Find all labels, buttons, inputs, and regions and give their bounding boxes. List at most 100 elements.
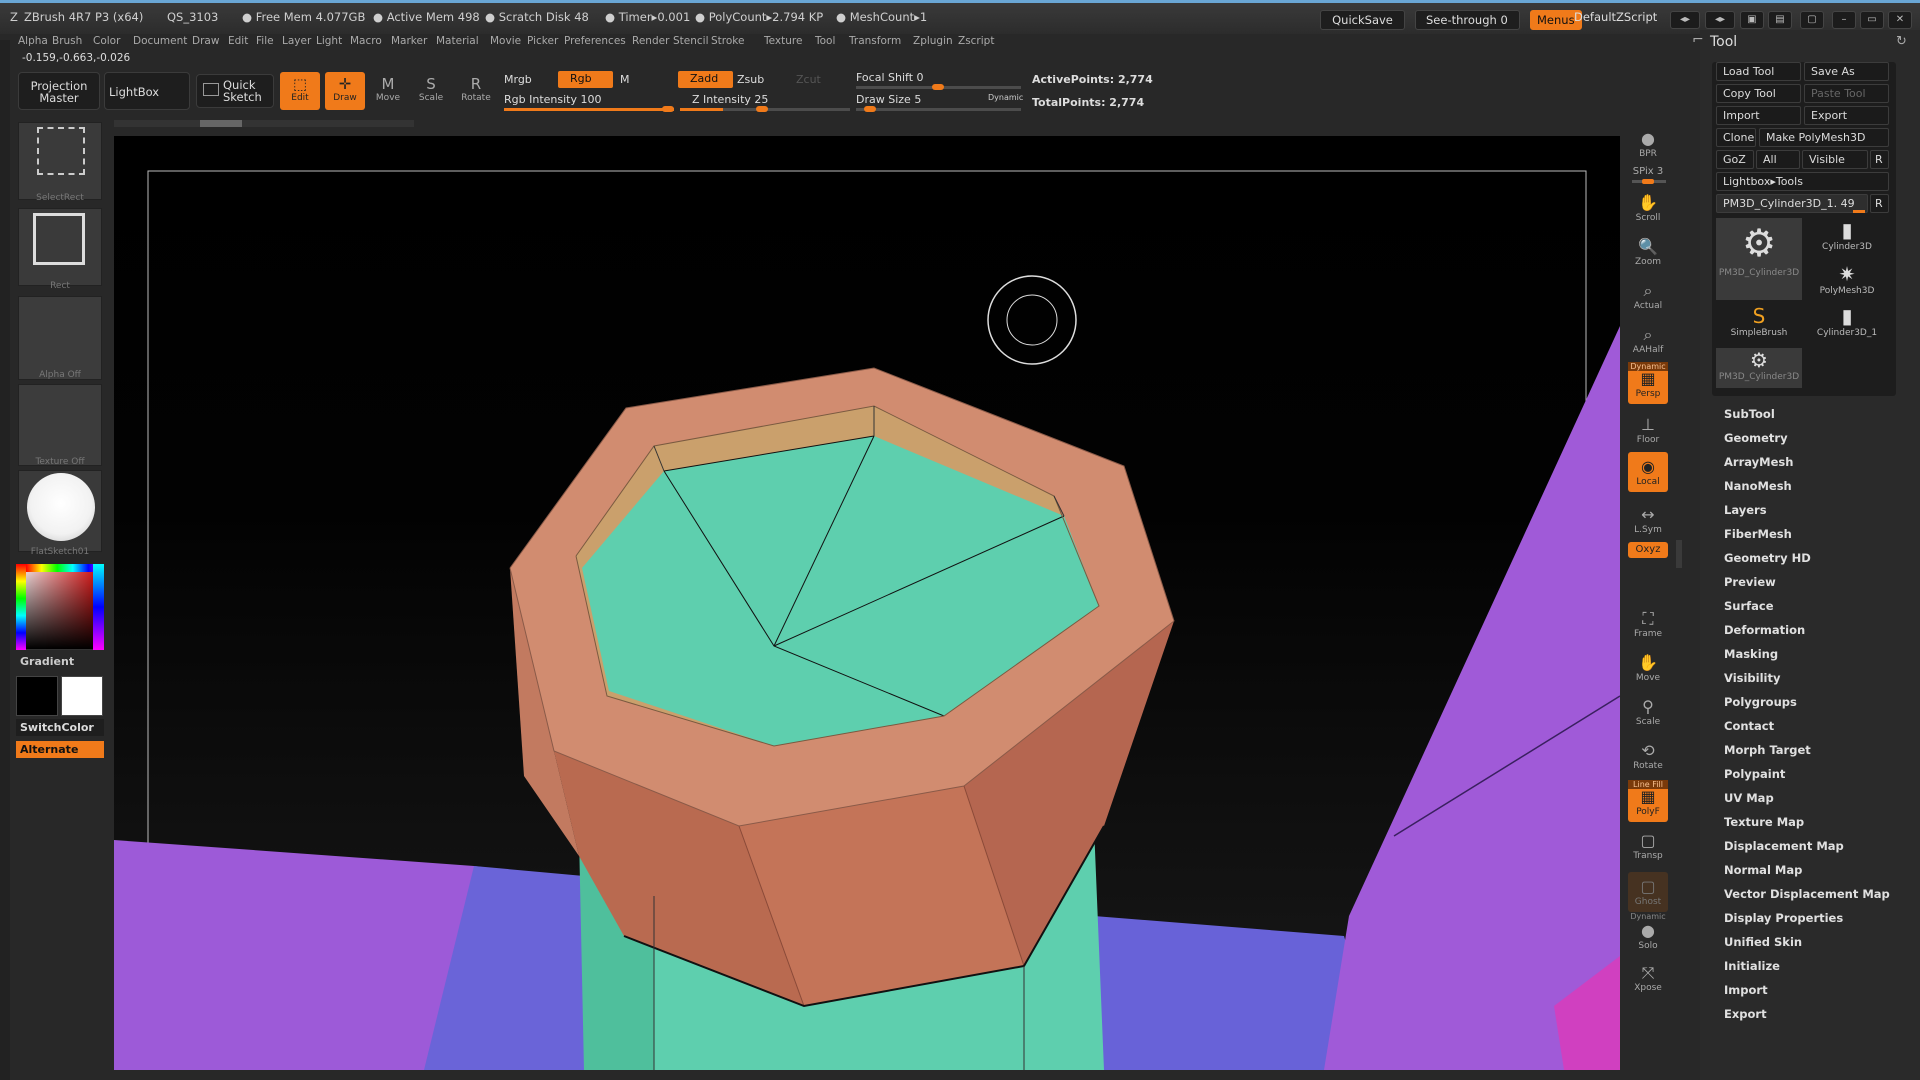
transp-button[interactable]: ▢ Transp — [1628, 826, 1668, 866]
see-through-slider[interactable]: See-through 0 — [1415, 10, 1520, 30]
xpose-button[interactable]: ⤧ Xpose — [1628, 958, 1668, 998]
scroll-button[interactable]: ✋ Scroll — [1628, 188, 1668, 228]
goz-button[interactable]: GoZ — [1716, 150, 1754, 169]
goz-all-button[interactable]: All — [1756, 150, 1800, 169]
lightbox-button[interactable]: LightBox — [104, 72, 190, 110]
menu-zplugin[interactable]: Zplugin — [913, 35, 953, 47]
tool-thumb[interactable]: S SimpleBrush — [1716, 304, 1802, 344]
menu-material[interactable]: Material — [436, 35, 479, 47]
make-polymesh-button[interactable]: Make PolyMesh3D — [1759, 128, 1889, 147]
z-intensity-knob[interactable] — [756, 106, 768, 112]
menu-macro[interactable]: Macro — [350, 35, 382, 47]
menu-marker[interactable]: Marker — [391, 35, 427, 47]
tool-thumb[interactable]: ▮ Cylinder3D_1 — [1804, 304, 1890, 344]
scale-button[interactable]: ⚲ Scale — [1628, 692, 1668, 732]
menu-layer[interactable]: Layer — [282, 35, 311, 47]
tool-menu-surface[interactable]: Surface — [1724, 599, 1774, 613]
menu-stencil[interactable]: Stencil — [673, 35, 709, 47]
zadd-button[interactable]: Zadd — [678, 71, 733, 88]
solo-button[interactable]: ● Solo — [1628, 916, 1668, 956]
maximize-icon[interactable]: ▭ — [1860, 11, 1884, 29]
tool-thumb[interactable]: ⚙ PM3D_Cylinder3D — [1716, 348, 1802, 388]
draw-size-track[interactable] — [856, 106, 1021, 112]
tool-thumb[interactable]: ⚙ PM3D_Cylinder3D — [1716, 218, 1802, 300]
focal-shift-slider[interactable]: Focal Shift 0 — [856, 71, 924, 84]
lightbox-tools-button[interactable]: Lightbox▸Tools — [1716, 172, 1889, 191]
menu-stroke[interactable]: Stroke — [711, 35, 744, 47]
focal-shift-track[interactable] — [856, 84, 1021, 90]
paste-tool-button[interactable]: Paste Tool — [1804, 84, 1889, 103]
alpha-slot[interactable] — [18, 296, 102, 380]
tool-menu-layers[interactable]: Layers — [1724, 503, 1767, 517]
alternate-button[interactable]: Alternate — [16, 741, 104, 758]
lsym-button[interactable]: ↔ L.Sym — [1628, 500, 1668, 540]
layout-a-icon[interactable]: ▣ — [1740, 11, 1764, 29]
local-button[interactable]: ◉ Local — [1628, 452, 1668, 492]
projection-master-button[interactable]: Projection Master — [18, 72, 100, 110]
rgb-intensity-slider[interactable]: Rgb Intensity 100 — [504, 93, 601, 106]
layout-right-icon[interactable]: ◂▸ — [1705, 11, 1735, 29]
edit-button[interactable]: ⬚ Edit — [280, 72, 320, 110]
z-intensity-slider[interactable]: Z Intensity 25 — [692, 93, 768, 106]
current-tool-r-button[interactable]: R — [1870, 194, 1889, 213]
tool-menu-geometry-hd[interactable]: Geometry HD — [1724, 551, 1811, 565]
tool-pin-icon[interactable]: ⌐ — [1692, 32, 1704, 48]
move-button[interactable]: ✋ Move — [1628, 648, 1668, 688]
scale-button[interactable]: S Scale — [411, 72, 451, 110]
lock-icon[interactable]: ▢ — [1800, 11, 1824, 29]
left-tray-handle[interactable] — [0, 40, 10, 1080]
tool-menu-import[interactable]: Import — [1724, 983, 1768, 997]
load-tool-button[interactable]: Load Tool — [1716, 62, 1801, 81]
main-color-swatch[interactable] — [61, 676, 103, 716]
spix-knob[interactable] — [1642, 179, 1654, 184]
tray-scrollbar[interactable] — [114, 120, 414, 127]
menu-edit[interactable]: Edit — [228, 35, 248, 47]
rgb-intensity-knob[interactable] — [662, 106, 674, 112]
zoom-button[interactable]: 🔍 Zoom — [1628, 232, 1668, 272]
menu-light[interactable]: Light — [316, 35, 342, 47]
move-button[interactable]: M Move — [368, 72, 408, 110]
tool-thumb[interactable]: ✷ PolyMesh3D — [1804, 262, 1890, 302]
export-tool-button[interactable]: Export — [1804, 106, 1889, 125]
current-tool-knob[interactable] — [1853, 210, 1865, 213]
tool-menu-nanomesh[interactable]: NanoMesh — [1724, 479, 1792, 493]
canvas-viewport[interactable] — [114, 136, 1620, 1070]
tool-menu-visibility[interactable]: Visibility — [1724, 671, 1780, 685]
tray-scrollbar-thumb[interactable] — [200, 120, 242, 127]
tool-menu-fibermesh[interactable]: FiberMesh — [1724, 527, 1792, 541]
right-tray-handle[interactable] — [1676, 540, 1682, 568]
default-zscript-button[interactable]: DefaultZScript — [1574, 10, 1657, 24]
minimize-icon[interactable]: – — [1832, 11, 1856, 29]
menu-zscript[interactable]: Zscript — [958, 35, 994, 47]
spix-slider[interactable] — [1632, 179, 1666, 184]
tool-menu-unified-skin[interactable]: Unified Skin — [1724, 935, 1802, 949]
tool-menu-initialize[interactable]: Initialize — [1724, 959, 1780, 973]
texture-slot[interactable] — [18, 384, 102, 466]
menu-color[interactable]: Color — [93, 35, 120, 47]
copy-tool-button[interactable]: Copy Tool — [1716, 84, 1801, 103]
draw-size-knob[interactable] — [864, 106, 876, 112]
menu-alpha[interactable]: Alpha — [18, 35, 48, 47]
color-picker[interactable] — [16, 564, 104, 650]
secondary-color-swatch[interactable] — [16, 676, 58, 716]
rotate-button[interactable]: ⟲ Rotate — [1628, 736, 1668, 776]
dynamic-size-toggle[interactable]: Dynamic — [988, 93, 1023, 102]
tool-menu-uv-map[interactable]: UV Map — [1724, 791, 1774, 805]
menu-document[interactable]: Document — [133, 35, 187, 47]
menu-picker[interactable]: Picker — [527, 35, 558, 47]
menu-tool[interactable]: Tool — [815, 35, 835, 47]
tool-menu-contact[interactable]: Contact — [1724, 719, 1774, 733]
tool-menu-vector-displacement-map[interactable]: Vector Displacement Map — [1724, 887, 1890, 901]
layout-b-icon[interactable]: ▤ — [1768, 11, 1792, 29]
tool-menu-texture-map[interactable]: Texture Map — [1724, 815, 1804, 829]
frame-button[interactable]: ⛶ Frame — [1628, 604, 1668, 644]
menu-file[interactable]: File — [256, 35, 274, 47]
hue-strip[interactable] — [16, 564, 26, 650]
tool-menu-displacement-map[interactable]: Displacement Map — [1724, 839, 1844, 853]
tool-menu-export[interactable]: Export — [1724, 1007, 1767, 1021]
switchcolor-button[interactable]: SwitchColor — [16, 719, 104, 736]
menu-texture[interactable]: Texture — [764, 35, 802, 47]
oxyz-button[interactable]: Oxyz — [1628, 542, 1668, 558]
tool-menu-subtool[interactable]: SubTool — [1724, 407, 1775, 421]
zsub-button[interactable]: Zsub — [737, 73, 764, 86]
